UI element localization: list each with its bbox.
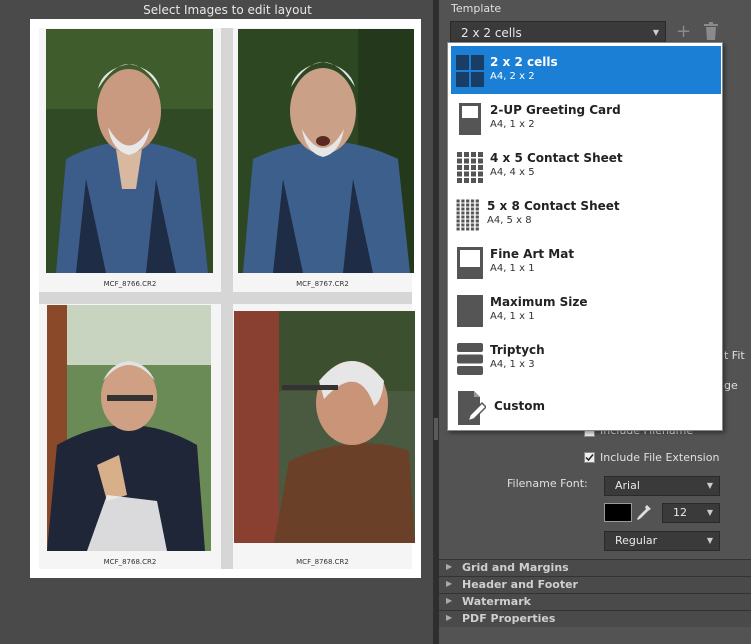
photo-filename: MCF_8768.CR2 <box>296 558 349 566</box>
triangle-right-icon: ▶ <box>446 613 453 622</box>
maximum-size-icon <box>457 295 483 327</box>
section-title: Header and Footer <box>462 578 578 591</box>
include-extension-checkbox[interactable] <box>584 452 595 463</box>
option-subtitle: A4, 1 x 2 <box>490 119 535 130</box>
option-name: Maximum Size <box>490 295 588 309</box>
section-header-footer[interactable]: ▶ Header and Footer <box>439 576 751 593</box>
photo-filename: MCF_8767.CR2 <box>296 280 349 288</box>
font-style-select[interactable]: Regular ▼ <box>604 531 720 551</box>
fine-art-mat-icon <box>457 247 483 279</box>
option-name: Custom <box>494 399 545 413</box>
option-name: 5 x 8 Contact Sheet <box>487 199 620 213</box>
triptych-icon <box>457 343 483 375</box>
grid-2x2-icon <box>456 55 484 87</box>
photo-thumbnail[interactable] <box>234 311 415 543</box>
template-select-value: 2 x 2 cells <box>461 26 522 40</box>
option-subtitle: A4, 1 x 1 <box>490 311 535 322</box>
include-extension-label: Include File Extension <box>600 451 720 464</box>
template-option-greeting-card[interactable]: 2-UP Greeting Card A4, 1 x 2 <box>451 94 721 142</box>
option-subtitle: A4, 1 x 1 <box>490 263 535 274</box>
template-option-custom[interactable]: Custom <box>451 382 721 430</box>
photo-thumbnail[interactable] <box>46 29 213 273</box>
option-subtitle: A4, 2 x 2 <box>490 71 535 82</box>
plus-icon[interactable]: + <box>676 21 691 42</box>
template-option-maximum[interactable]: Maximum Size A4, 1 x 1 <box>451 286 721 334</box>
contact-sheet-4x5-icon <box>457 152 483 183</box>
template-label: Template <box>451 2 502 15</box>
chevron-down-icon: ▼ <box>706 481 713 490</box>
photo-filename: MCF_8768.CR2 <box>103 558 157 566</box>
option-name: 2-UP Greeting Card <box>490 103 621 117</box>
preview-title: Select Images to edit layout <box>143 3 312 17</box>
template-option-contact-5x8[interactable]: 5 x 8 Contact Sheet A4, 5 x 8 <box>451 190 721 238</box>
layout-cell-4[interactable]: MCF_8768.CR2 <box>233 304 415 569</box>
section-grid-margins[interactable]: ▶ Grid and Margins <box>439 559 751 576</box>
triangle-right-icon: ▶ <box>446 562 453 571</box>
photo-thumbnail[interactable] <box>47 305 211 551</box>
splitter-handle[interactable] <box>434 418 438 440</box>
layout-cell-1[interactable]: MCF_8766.CR2 <box>39 28 221 292</box>
option-name: 4 x 5 Contact Sheet <box>490 151 623 165</box>
template-dropdown-list: 2 x 2 cells A4, 2 x 2 2-UP Greeting Card… <box>447 42 723 431</box>
partial-fit-label: t Fit <box>724 349 745 362</box>
section-pdf-properties[interactable]: ▶ PDF Properties <box>439 610 751 627</box>
section-title: Watermark <box>462 595 531 608</box>
template-option-triptych[interactable]: Triptych A4, 1 x 3 <box>451 334 721 382</box>
section-title: PDF Properties <box>462 612 556 625</box>
chevron-down-icon: ▼ <box>706 536 713 545</box>
option-subtitle: A4, 5 x 8 <box>487 215 532 226</box>
contact-sheet-5x8-icon <box>456 199 480 231</box>
triangle-right-icon: ▶ <box>446 579 453 588</box>
font-color-swatch[interactable] <box>604 503 632 522</box>
font-size-value: 12 <box>673 506 687 519</box>
grid-gutter-horizontal <box>39 292 412 304</box>
option-name: Triptych <box>490 343 545 357</box>
section-watermark[interactable]: ▶ Watermark <box>439 593 751 610</box>
template-option-2x2[interactable]: 2 x 2 cells A4, 2 x 2 <box>451 46 721 94</box>
print-page: MCF_8766.CR2 MCF_8767.CR2 MCF_8768.CR2 M… <box>30 19 421 578</box>
option-name: 2 x 2 cells <box>490 55 558 69</box>
photo-filename: MCF_8766.CR2 <box>103 280 157 288</box>
partial-page-label: ge <box>724 379 738 392</box>
template-option-fine-art[interactable]: Fine Art Mat A4, 1 x 1 <box>451 238 721 286</box>
option-name: Fine Art Mat <box>490 247 575 261</box>
layout-cell-2[interactable]: MCF_8767.CR2 <box>233 28 414 292</box>
option-subtitle: A4, 4 x 5 <box>490 167 535 178</box>
photo-thumbnail[interactable] <box>238 29 414 273</box>
chevron-down-icon: ▼ <box>706 508 713 517</box>
font-family-select[interactable]: Arial ▼ <box>604 476 720 496</box>
layout-cell-3[interactable]: MCF_8768.CR2 <box>39 304 221 569</box>
custom-edit-icon <box>458 391 486 425</box>
font-family-value: Arial <box>615 479 640 492</box>
filename-font-label: Filename Font: <box>507 477 588 490</box>
font-style-value: Regular <box>615 534 658 547</box>
template-option-contact-4x5[interactable]: 4 x 5 Contact Sheet A4, 4 x 5 <box>451 142 721 190</box>
eyedropper-icon[interactable] <box>636 504 652 526</box>
font-size-select[interactable]: 12 ▼ <box>662 503 720 523</box>
option-subtitle: A4, 1 x 3 <box>490 359 535 370</box>
section-title: Grid and Margins <box>462 561 569 574</box>
greeting-card-icon <box>459 103 481 135</box>
triangle-right-icon: ▶ <box>446 596 453 605</box>
chevron-down-icon: ▼ <box>652 28 659 37</box>
